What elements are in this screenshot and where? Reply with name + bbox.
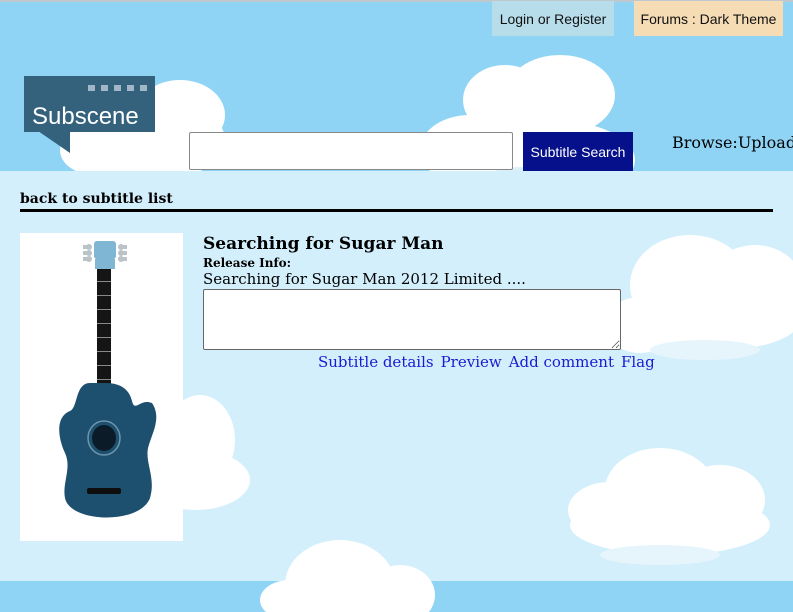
login-register-button[interactable]: Login or Register xyxy=(492,1,614,36)
search-input[interactable] xyxy=(189,132,513,170)
section-divider xyxy=(20,209,773,212)
logo-text: Subscene xyxy=(32,103,139,130)
add-comment-link[interactable]: Add comment xyxy=(509,353,614,371)
release-info-label: Release Info: xyxy=(203,256,292,270)
forums-dark-theme-button[interactable]: Forums : Dark Theme xyxy=(634,1,783,36)
upload-link[interactable]: Upload xyxy=(738,133,793,152)
subtitle-title: Searching for Sugar Man xyxy=(203,234,444,254)
movie-poster xyxy=(20,233,183,541)
back-to-subtitle-list-link[interactable]: back to subtitle list xyxy=(20,191,173,207)
preview-link[interactable]: Preview xyxy=(441,353,502,371)
subtitle-action-links: Subtitle details Preview Add comment Flag xyxy=(318,353,662,371)
browse-upload-links: Browse:Upload xyxy=(672,133,793,152)
flag-link[interactable]: Flag xyxy=(621,353,655,371)
subtitle-details-link[interactable]: Subtitle details xyxy=(318,353,434,371)
subtitle-search-button[interactable]: Subtitle Search xyxy=(523,132,633,171)
release-info-text: Searching for Sugar Man 2012 Limited ...… xyxy=(203,270,526,288)
browse-link[interactable]: Browse xyxy=(672,133,732,152)
subscene-logo[interactable]: Subscene xyxy=(24,76,155,154)
comment-textarea[interactable] xyxy=(203,289,621,350)
acoustic-guitar-icon xyxy=(59,241,157,518)
